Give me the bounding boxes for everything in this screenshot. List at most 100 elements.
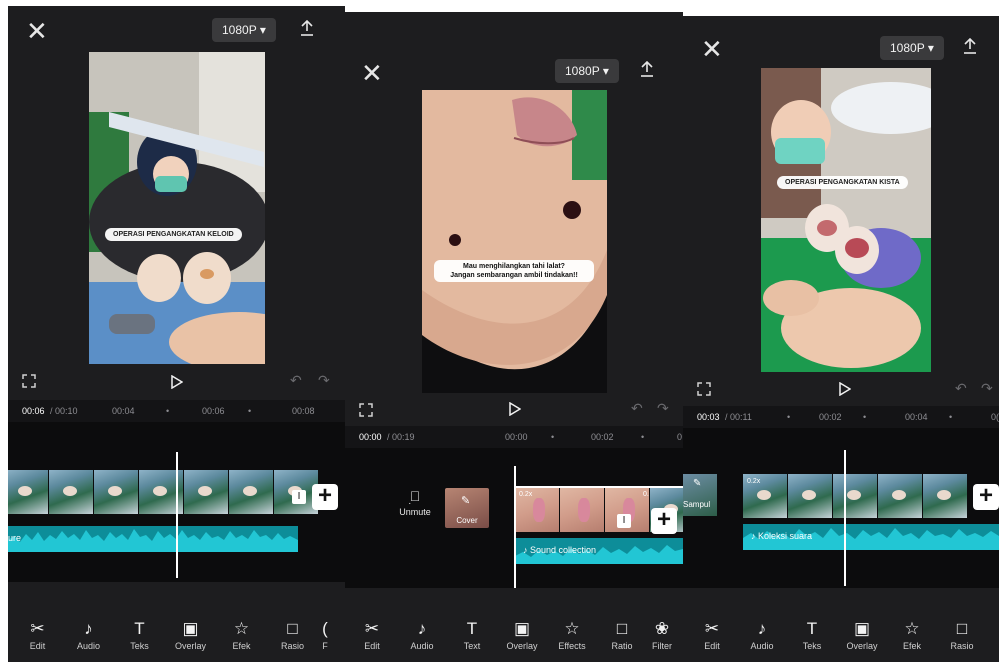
redo-icon[interactable]: ↷ — [981, 380, 993, 397]
tool-overlay[interactable]: ▣ Overlay — [165, 618, 216, 651]
tool-edit[interactable]: ✂ Edit — [12, 618, 63, 651]
resolution-selector[interactable]: 1080P ▾ — [880, 36, 944, 60]
redo-icon[interactable]: ↷ — [318, 372, 330, 389]
video-preview[interactable]: OPERASI PENGANGKATAN KELOID — [89, 52, 265, 364]
tick: • — [863, 412, 867, 422]
play-icon[interactable] — [171, 375, 183, 389]
tool-ratio[interactable]: □ Rasio — [937, 618, 987, 651]
tool-effects[interactable]: ☆ Efek — [216, 618, 267, 651]
tool-label: Audio — [410, 641, 434, 651]
tool-overlay[interactable]: ▣ Overlay — [837, 618, 887, 651]
playhead[interactable] — [514, 466, 516, 588]
music-note-icon: ♪ — [757, 619, 767, 638]
tool-ratio[interactable]: □ Ratio — [597, 618, 647, 651]
fullscreen-icon[interactable] — [22, 374, 36, 388]
video-banner-text: OPERASI PENGANGKATAN KISTA — [777, 176, 908, 189]
video-preview[interactable]: Mau menghilangkan tahi lalat? Jangan sem… — [422, 90, 607, 393]
audio-waveform — [8, 526, 298, 552]
close-icon[interactable]: ✕ — [361, 60, 383, 86]
tick: • — [949, 412, 953, 422]
timeline-area[interactable]: 0.2x + ♪ Koleksi suara — [683, 428, 999, 588]
filter-icon: ( — [322, 619, 328, 638]
tool-filter[interactable]: ❀ Filter — [647, 618, 677, 651]
fullscreen-icon[interactable] — [359, 403, 373, 417]
tool-label: Efek — [232, 641, 251, 651]
tick: • — [787, 412, 791, 422]
tool-label: Ratio — [611, 641, 633, 651]
audio-track[interactable]: ♪ Koleksi suara — [743, 524, 999, 550]
ratio-icon: □ — [287, 619, 298, 638]
scissors-icon: ✂ — [704, 619, 720, 638]
undo-icon[interactable]: ↶ — [290, 372, 302, 389]
play-icon[interactable] — [839, 382, 851, 396]
add-clip-button[interactable]: + — [312, 484, 338, 510]
tool-filter-partial[interactable]: (F — [318, 618, 332, 651]
tick: 00:06 — [202, 406, 225, 416]
video-track[interactable] — [8, 470, 319, 514]
pencil-icon: ✎ — [693, 478, 702, 489]
sampul-clip[interactable]: ✎ Sampul — [683, 474, 717, 516]
tool-ratio[interactable]: □ Rasio — [267, 618, 318, 651]
tool-audio[interactable]: ♪ Audio — [397, 618, 447, 651]
timeline-area[interactable]: I + ure — [8, 422, 345, 582]
caption-line: Jangan sembarangan ambil tindakan!! — [450, 272, 578, 279]
tool-label: Teks — [130, 641, 149, 651]
resolution-selector[interactable]: 1080P ▾ — [212, 18, 276, 42]
editor-panel-2: ✕ 1080P ▾ Mau menghilangkan tahi lalat? … — [345, 12, 683, 662]
tick: 0 — [677, 432, 683, 442]
playhead[interactable] — [844, 450, 846, 586]
video-banner-text: OPERASI PENGANGKATAN KELOID — [105, 228, 242, 241]
clip-thumbnail — [878, 474, 923, 518]
add-clip-button[interactable]: + — [651, 508, 677, 534]
tick: 00:08 — [292, 406, 315, 416]
audio-track[interactable]: ure — [8, 526, 298, 552]
tick: 00:00 — [505, 432, 528, 442]
tool-label: F — [322, 641, 328, 651]
tool-edit[interactable]: ✂ Edit — [687, 618, 737, 651]
transition-button[interactable]: I — [292, 490, 306, 504]
caption-line: Mau menghilangkan tahi lalat? — [463, 263, 565, 270]
clip-thumbnail — [184, 470, 229, 514]
bottom-toolbar: ✂ Edit ♪ Audio T Teks ▣ Overlay ☆ Efek □ Rasio — [687, 618, 987, 651]
playhead[interactable] — [176, 452, 178, 578]
resolution-selector[interactable]: 1080P ▾ — [555, 59, 619, 83]
overlay-icon: ▣ — [182, 619, 199, 638]
scissors-icon: ✂ — [30, 619, 45, 638]
close-icon[interactable]: ✕ — [26, 18, 48, 44]
audio-label: ure — [8, 533, 22, 543]
audio-track[interactable]: ♪ Sound collection — [515, 538, 683, 564]
unmute-button[interactable]: ◁ׅ Unmute — [397, 488, 433, 517]
tool-effects[interactable]: ☆ Effects — [547, 618, 597, 651]
tool-text[interactable]: T Teks — [114, 618, 165, 651]
editor-panel-1: ✕ 1080P ▾ OPERASI PENGANGKATAN KELOID ↶ … — [8, 6, 345, 662]
ratio-icon: □ — [956, 619, 968, 638]
video-preview[interactable]: OPERASI PENGANGKATAN KISTA — [761, 68, 931, 372]
text-icon: T — [806, 619, 818, 638]
tool-edit[interactable]: ✂ Edit — [347, 618, 397, 651]
add-clip-button[interactable]: + — [973, 484, 999, 510]
effects-star-icon: ☆ — [904, 619, 920, 638]
tick: • — [248, 406, 252, 416]
clip-thumbnail — [8, 470, 49, 514]
transition-button[interactable]: I — [617, 514, 631, 528]
cover-button[interactable]: ✎ Cover — [445, 488, 489, 528]
tool-audio[interactable]: ♪ Audio — [737, 618, 787, 651]
bottom-toolbar: ✂ Edit ♪ Audio T Teks ▣ Overlay ☆ Efek □ Rasio… — [12, 618, 332, 651]
sampul-label: Sampul — [683, 500, 711, 509]
play-icon[interactable] — [509, 402, 521, 416]
tool-overlay[interactable]: ▣ Overlay — [497, 618, 547, 651]
undo-icon[interactable]: ↶ — [631, 400, 643, 417]
redo-icon[interactable]: ↷ — [657, 400, 669, 417]
tool-effects[interactable]: ☆ Efek — [887, 618, 937, 651]
export-icon[interactable] — [963, 38, 977, 54]
video-track[interactable] — [743, 474, 968, 518]
fullscreen-icon[interactable] — [697, 382, 711, 396]
tool-audio[interactable]: ♪ Audio — [63, 618, 114, 651]
timeline-area[interactable]: ◁ׅ Unmute ✎ Cover 0.2x 0. I + ♪ Sound co… — [345, 448, 683, 588]
tool-text[interactable]: T Teks — [787, 618, 837, 651]
undo-icon[interactable]: ↶ — [955, 380, 967, 397]
tool-text[interactable]: T Text — [447, 618, 497, 651]
export-icon[interactable] — [640, 61, 654, 77]
export-icon[interactable] — [300, 20, 314, 36]
close-icon[interactable]: ✕ — [701, 36, 723, 62]
